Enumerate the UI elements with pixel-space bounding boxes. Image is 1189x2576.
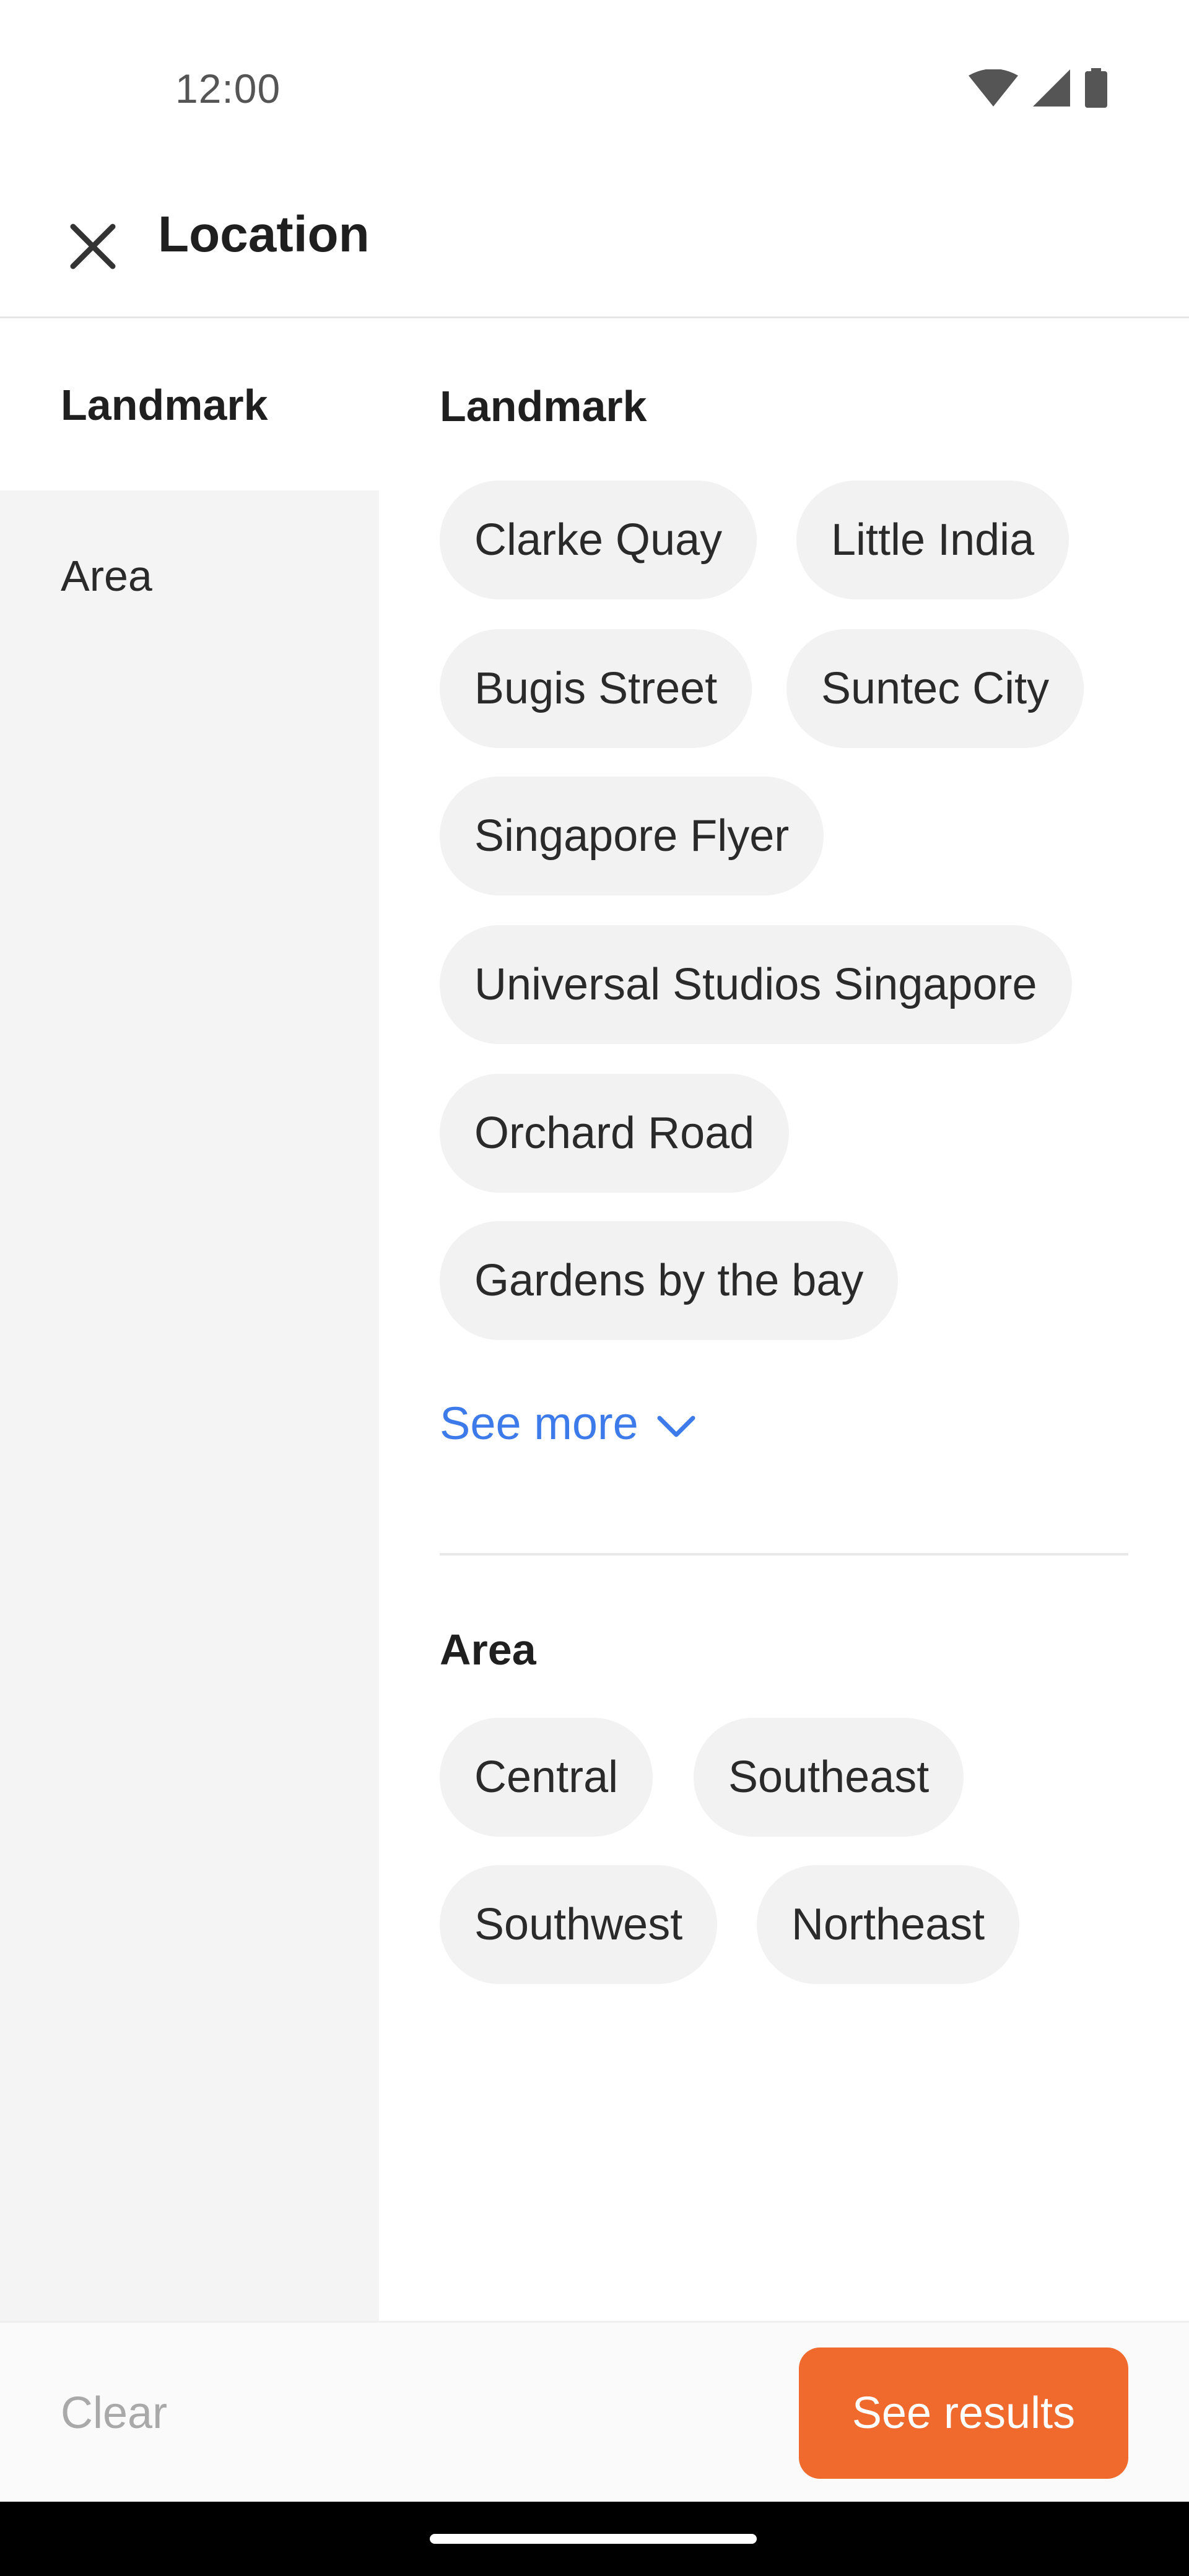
status-bar: 12:00	[0, 0, 1189, 180]
chevron-down-icon	[657, 1397, 695, 1450]
nav-item-landmark[interactable]: Landmark	[0, 320, 379, 490]
chip-central[interactable]: Central	[440, 1718, 653, 1837]
see-more-button[interactable]: See more	[440, 1397, 695, 1450]
section-divider	[440, 1553, 1128, 1556]
action-bar: Clear See results	[0, 2321, 1189, 2502]
chip-southwest[interactable]: Southwest	[440, 1865, 718, 1984]
chip-bugis-street[interactable]: Bugis Street	[440, 629, 752, 748]
chip-southeast[interactable]: Southeast	[694, 1718, 964, 1837]
status-icons	[969, 68, 1107, 111]
see-results-button[interactable]: See results	[799, 2348, 1128, 2479]
chip-clarke-quay[interactable]: Clarke Quay	[440, 481, 757, 599]
nav-item-area[interactable]: Area	[0, 490, 379, 661]
section-title-landmark: Landmark	[440, 382, 647, 430]
section-title-area: Area	[440, 1625, 536, 1674]
chip-universal-studios-singapore[interactable]: Universal Studios Singapore	[440, 925, 1072, 1044]
chip-northeast[interactable]: Northeast	[757, 1865, 1020, 1984]
battery-icon	[1085, 68, 1107, 111]
nav-item-label: Landmark	[61, 381, 268, 429]
home-handle[interactable]	[430, 2534, 757, 2544]
chip-little-india[interactable]: Little India	[796, 481, 1069, 599]
category-nav: Landmark Area	[0, 320, 379, 2321]
chip-suntec-city[interactable]: Suntec City	[786, 629, 1084, 748]
cellular-signal-icon	[1033, 69, 1070, 110]
chip-orchard-road[interactable]: Orchard Road	[440, 1074, 790, 1193]
close-button[interactable]	[50, 204, 136, 291]
chip-singapore-flyer[interactable]: Singapore Flyer	[440, 777, 824, 895]
gesture-navigation-bar	[0, 2502, 1189, 2576]
filter-content: Landmark Clarke Quay Little India Bugis …	[379, 320, 1189, 2321]
clear-button[interactable]: Clear	[61, 2323, 167, 2504]
page-title: Location	[158, 206, 370, 263]
nav-item-label: Area	[61, 552, 152, 600]
see-more-label: See more	[440, 1398, 638, 1449]
wifi-icon	[969, 69, 1018, 110]
chip-gardens-by-the-bay[interactable]: Gardens by the bay	[440, 1221, 899, 1340]
close-icon	[69, 223, 116, 273]
header: Location	[0, 180, 1189, 318]
status-time: 12:00	[175, 66, 281, 111]
